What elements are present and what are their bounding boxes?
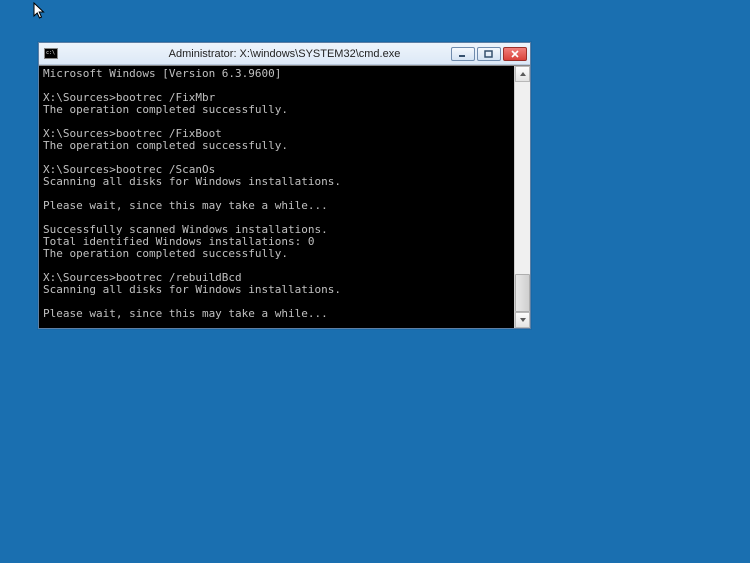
console-line: The operation completed successfully.	[43, 104, 510, 116]
window-controls	[451, 43, 530, 64]
scrollbar-track[interactable]	[515, 82, 530, 312]
console-line: The operation completed successfully.	[43, 248, 510, 260]
cmd-icon	[44, 48, 58, 59]
console-area: Microsoft Windows [Version 6.3.9600]X:\S…	[39, 65, 530, 328]
vertical-scrollbar[interactable]	[514, 66, 530, 328]
console-line: Please wait, since this may take a while…	[43, 200, 510, 212]
console-line: Microsoft Windows [Version 6.3.9600]	[43, 68, 510, 80]
console-output[interactable]: Microsoft Windows [Version 6.3.9600]X:\S…	[39, 66, 514, 328]
console-line: Scanning all disks for Windows installat…	[43, 176, 510, 188]
console-line: The operation completed successfully.	[43, 140, 510, 152]
scrollbar-thumb[interactable]	[515, 274, 530, 312]
scroll-up-button[interactable]	[515, 66, 530, 82]
scroll-down-button[interactable]	[515, 312, 530, 328]
titlebar[interactable]: Administrator: X:\windows\SYSTEM32\cmd.e…	[39, 43, 530, 65]
console-line: Please wait, since this may take a while…	[43, 308, 510, 320]
close-button[interactable]	[503, 47, 527, 61]
cmd-window: Administrator: X:\windows\SYSTEM32\cmd.e…	[38, 42, 531, 329]
console-line	[43, 320, 510, 328]
minimize-button[interactable]	[451, 47, 475, 61]
console-line: Scanning all disks for Windows installat…	[43, 284, 510, 296]
maximize-button[interactable]	[477, 47, 501, 61]
mouse-cursor	[33, 2, 49, 18]
